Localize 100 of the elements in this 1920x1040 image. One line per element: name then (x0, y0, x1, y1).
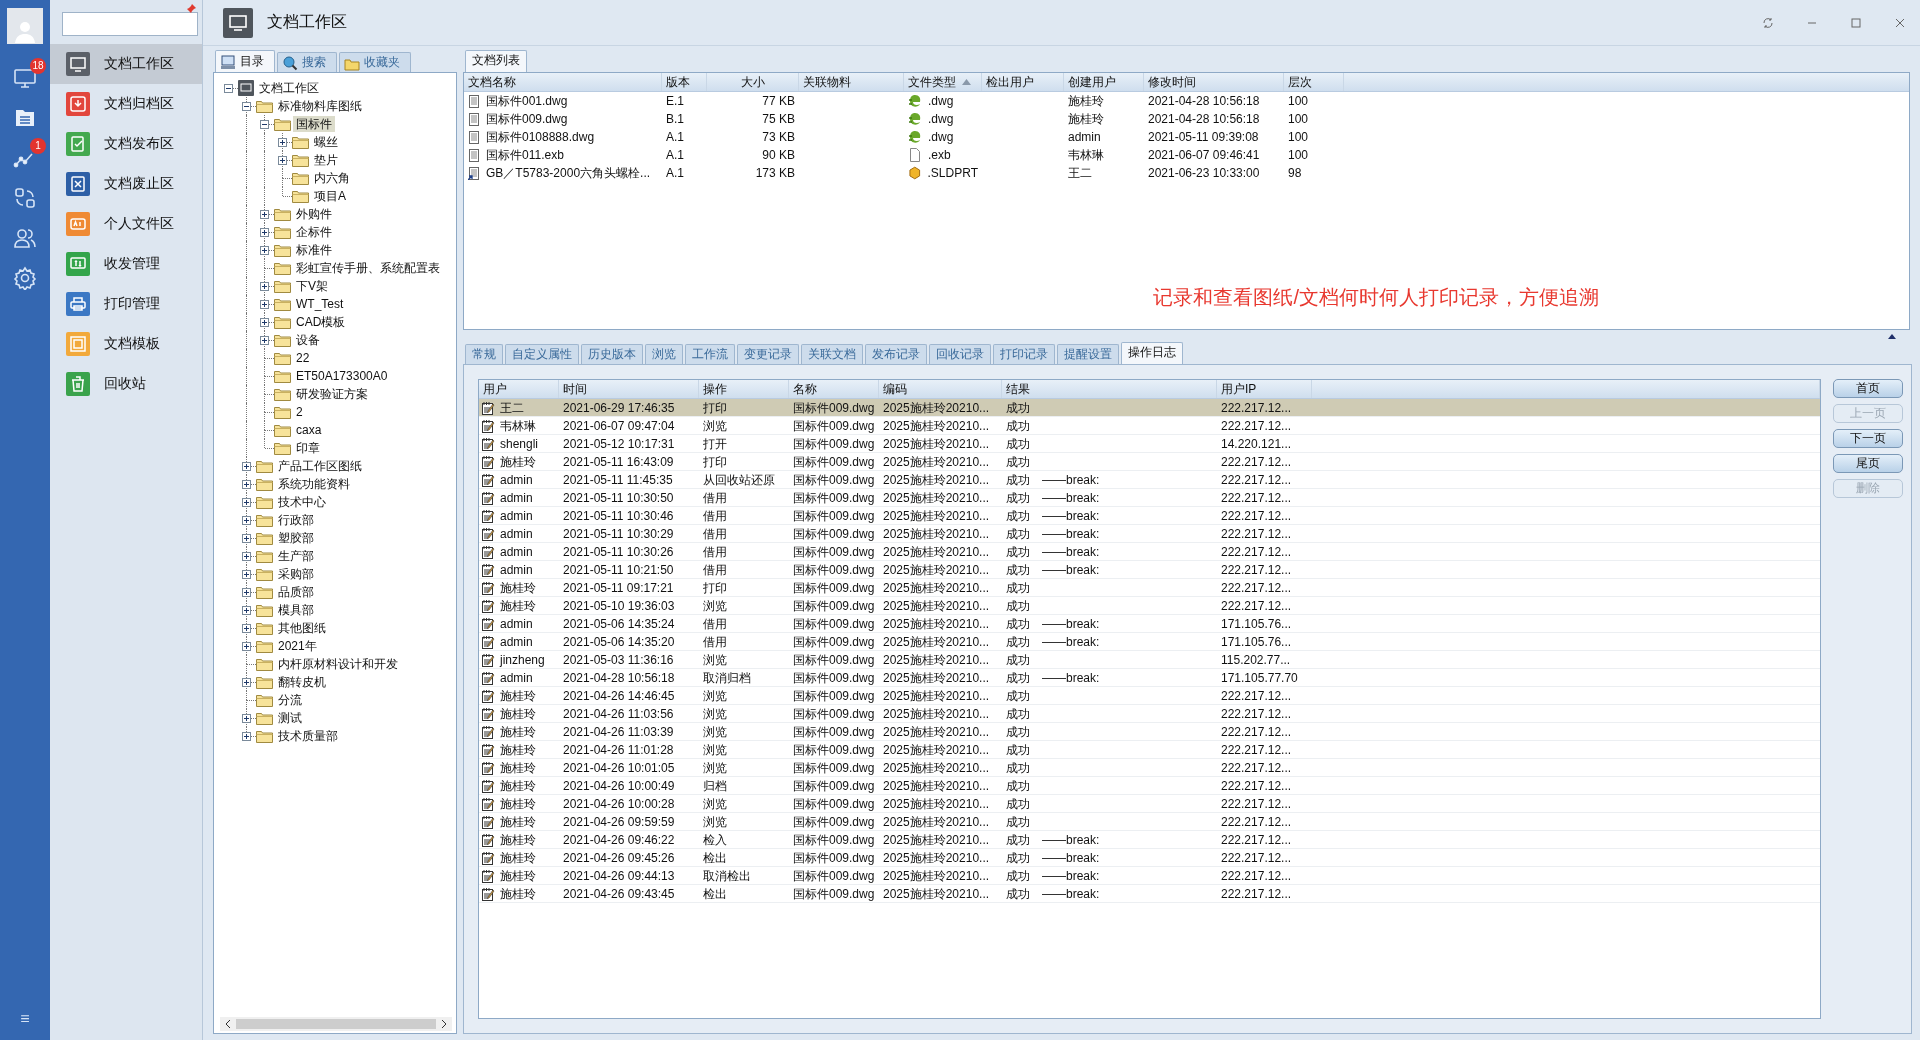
table-row[interactable]: admin 2021-05-06 14:35:24 借用 国标件009.dwg 2025施桂玲20210... 成功 ——break: 171.105.76... (479, 615, 1820, 633)
tree-item[interactable]: 标准件 (293, 242, 335, 258)
expand-toggle[interactable] (260, 300, 269, 309)
tab[interactable]: 发布记录 (865, 344, 927, 364)
column-header[interactable]: 时间 (559, 380, 699, 398)
table-row[interactable]: 施桂玲 2021-04-26 10:00:49 归档 国标件009.dwg 2025施桂玲20210... 成功 222.217.12... (479, 777, 1820, 795)
column-header[interactable]: 操作 (699, 380, 789, 398)
tab[interactable]: 浏览 (645, 344, 683, 364)
tree-item[interactable]: 设备 (293, 332, 323, 348)
tree-item[interactable]: 22 (293, 350, 313, 366)
tree-item[interactable]: 采购部 (275, 566, 317, 582)
tree-item[interactable]: ET50A173300A0 (293, 368, 391, 384)
table-row[interactable]: 施桂玲 2021-04-26 10:00:28 浏览 国标件009.dwg 2025施桂玲20210... 成功 222.217.12... (479, 795, 1820, 813)
tree-item[interactable]: 项目A (311, 188, 349, 204)
tree-item[interactable]: 彩虹宣传手册、系统配置表 (293, 260, 443, 276)
tree-item[interactable]: WT_Test (293, 296, 347, 312)
expand-toggle[interactable] (242, 102, 251, 111)
table-row[interactable]: 施桂玲 2021-04-26 09:45:26 检出 国标件009.dwg 2025施桂玲20210... 成功 ——break: 222.217.12... (479, 849, 1820, 867)
tree-item[interactable]: 产品工作区图纸 (275, 458, 365, 474)
table-row[interactable]: 王二 2021-06-29 17:46:35 打印 国标件009.dwg 2025施桂玲20210... 成功 222.217.12... (479, 399, 1820, 417)
table-row[interactable]: 施桂玲 2021-04-26 11:03:39 浏览 国标件009.dwg 2025施桂玲20210... 成功 222.217.12... (479, 723, 1820, 741)
nav-item[interactable]: 文档发布区 (50, 124, 202, 164)
nav-item[interactable]: 个人文件区 (50, 204, 202, 244)
expand-toggle[interactable] (278, 156, 287, 165)
nav-item[interactable]: 收发管理 (50, 244, 202, 284)
tree-item[interactable]: caxa (293, 422, 325, 438)
tab[interactable]: 收藏夹 (339, 52, 411, 72)
menu-icon[interactable]: ≡ (20, 1010, 30, 1028)
table-row[interactable]: 施桂玲 2021-04-26 10:01:05 浏览 国标件009.dwg 2025施桂玲20210... 成功 222.217.12... (479, 759, 1820, 777)
table-row[interactable]: 施桂玲 2021-04-26 14:46:45 浏览 国标件009.dwg 2025施桂玲20210... 成功 222.217.12... (479, 687, 1820, 705)
tree-item[interactable]: 标准物料库图纸 (275, 98, 365, 114)
table-row[interactable]: 施桂玲 2021-04-26 09:44:13 取消检出 国标件009.dwg 2025施桂玲20210... 成功 ——break: 222.217.12... (479, 867, 1820, 885)
tab[interactable]: 工作流 (685, 344, 735, 364)
tab[interactable]: 常规 (465, 344, 503, 364)
tab[interactable]: 文档列表 (465, 50, 527, 72)
expand-toggle[interactable] (242, 480, 251, 489)
refresh-icon[interactable] (1762, 16, 1774, 29)
expand-toggle[interactable] (242, 714, 251, 723)
expand-toggle[interactable] (242, 552, 251, 561)
horizontal-scrollbar[interactable] (220, 1017, 452, 1031)
expand-toggle[interactable] (260, 318, 269, 327)
expand-toggle[interactable] (242, 732, 251, 741)
tree-item[interactable]: 研发验证方案 (293, 386, 371, 402)
page-button[interactable]: 尾页 (1833, 454, 1903, 473)
table-row[interactable]: admin 2021-05-06 14:35:20 借用 国标件009.dwg 2025施桂玲20210... 成功 ——break: 171.105.76... (479, 633, 1820, 651)
page-button[interactable]: 下一页 (1833, 429, 1903, 448)
users-icon[interactable] (13, 226, 37, 250)
expand-toggle[interactable] (260, 120, 269, 129)
table-row[interactable]: 施桂玲 2021-04-26 11:01:28 浏览 国标件009.dwg 2025施桂玲20210... 成功 222.217.12... (479, 741, 1820, 759)
close-icon[interactable] (1894, 16, 1906, 29)
tree-item[interactable]: 模具部 (275, 602, 317, 618)
tree-item[interactable]: 生产部 (275, 548, 317, 564)
expand-toggle[interactable] (242, 498, 251, 507)
expand-toggle[interactable] (242, 642, 251, 651)
nav-item[interactable]: 文档归档区 (50, 84, 202, 124)
column-header[interactable]: 结果 (1002, 380, 1217, 398)
column-header[interactable]: 文档名称 (464, 73, 662, 91)
expand-toggle[interactable] (242, 462, 251, 471)
table-row[interactable]: admin 2021-05-11 10:30:46 借用 国标件009.dwg 2025施桂玲20210... 成功 ——break: 222.217.12... (479, 507, 1820, 525)
expand-toggle[interactable] (260, 282, 269, 291)
table-row[interactable]: 施桂玲 2021-05-10 19:36:03 浏览 国标件009.dwg 2025施桂玲20210... 成功 222.217.12... (479, 597, 1820, 615)
tree-item[interactable]: 塑胶部 (275, 530, 317, 546)
table-row[interactable]: 施桂玲 2021-04-26 09:46:22 检入 国标件009.dwg 2025施桂玲20210... 成功 ——break: 222.217.12... (479, 831, 1820, 849)
tree-item[interactable]: 螺丝 (311, 134, 341, 150)
table-row[interactable]: admin 2021-05-11 10:30:29 借用 国标件009.dwg 2025施桂玲20210... 成功 ——break: 222.217.12... (479, 525, 1820, 543)
column-header[interactable]: 用户IP (1217, 380, 1312, 398)
tree-item[interactable]: 内杆原材料设计和开发 (275, 656, 401, 672)
nav-item[interactable]: 文档工作区 (50, 44, 202, 84)
tree-item[interactable]: 文档工作区 (256, 80, 322, 96)
settings-icon[interactable] (13, 266, 37, 290)
tab[interactable]: 关联文档 (801, 344, 863, 364)
tree-item[interactable]: 下V架 (293, 278, 331, 294)
tree-item[interactable]: 系统功能资料 (275, 476, 353, 492)
sync-icon[interactable] (13, 186, 37, 210)
tree-item[interactable]: 印章 (293, 440, 323, 456)
tab[interactable]: 提醒设置 (1057, 344, 1119, 364)
column-header[interactable]: 关联物料 (799, 73, 904, 91)
column-header[interactable]: 层次 (1284, 73, 1344, 91)
table-row[interactable]: 施桂玲 2021-05-11 09:17:21 打印 国标件009.dwg 2025施桂玲20210... 成功 222.217.12... (479, 579, 1820, 597)
expand-toggle[interactable] (260, 228, 269, 237)
expand-toggle[interactable] (242, 678, 251, 687)
expand-toggle[interactable] (242, 624, 251, 633)
tree-item[interactable]: CAD模板 (293, 314, 349, 330)
tree-item[interactable]: 测试 (275, 710, 305, 726)
table-row[interactable]: admin 2021-04-28 10:56:18 取消归档 国标件009.dwg 2025施桂玲20210... 成功 ——break: 171.105.77.70 (479, 669, 1820, 687)
column-header[interactable]: 创建用户 (1064, 73, 1144, 91)
column-header[interactable]: 修改时间 (1144, 73, 1284, 91)
nav-item[interactable]: 打印管理 (50, 284, 202, 324)
tree-item[interactable]: 分流 (275, 692, 305, 708)
tree-item[interactable]: 翻转皮机 (275, 674, 329, 690)
expand-toggle[interactable] (242, 570, 251, 579)
tab[interactable]: 回收记录 (929, 344, 991, 364)
table-row[interactable]: jinzheng 2021-05-03 11:36:16 浏览 国标件009.dwg 2025施桂玲20210... 成功 115.202.77... (479, 651, 1820, 669)
tab[interactable]: 搜索 (277, 52, 337, 72)
tab[interactable]: 操作日志 (1121, 342, 1183, 364)
tree-item[interactable]: 企标件 (293, 224, 335, 240)
tree-item[interactable]: 垫片 (311, 152, 341, 168)
tab[interactable]: 自定义属性 (505, 344, 579, 364)
table-row[interactable]: 施桂玲 2021-05-11 16:43:09 打印 国标件009.dwg 2025施桂玲20210... 成功 222.217.12... (479, 453, 1820, 471)
expand-toggle[interactable] (260, 246, 269, 255)
